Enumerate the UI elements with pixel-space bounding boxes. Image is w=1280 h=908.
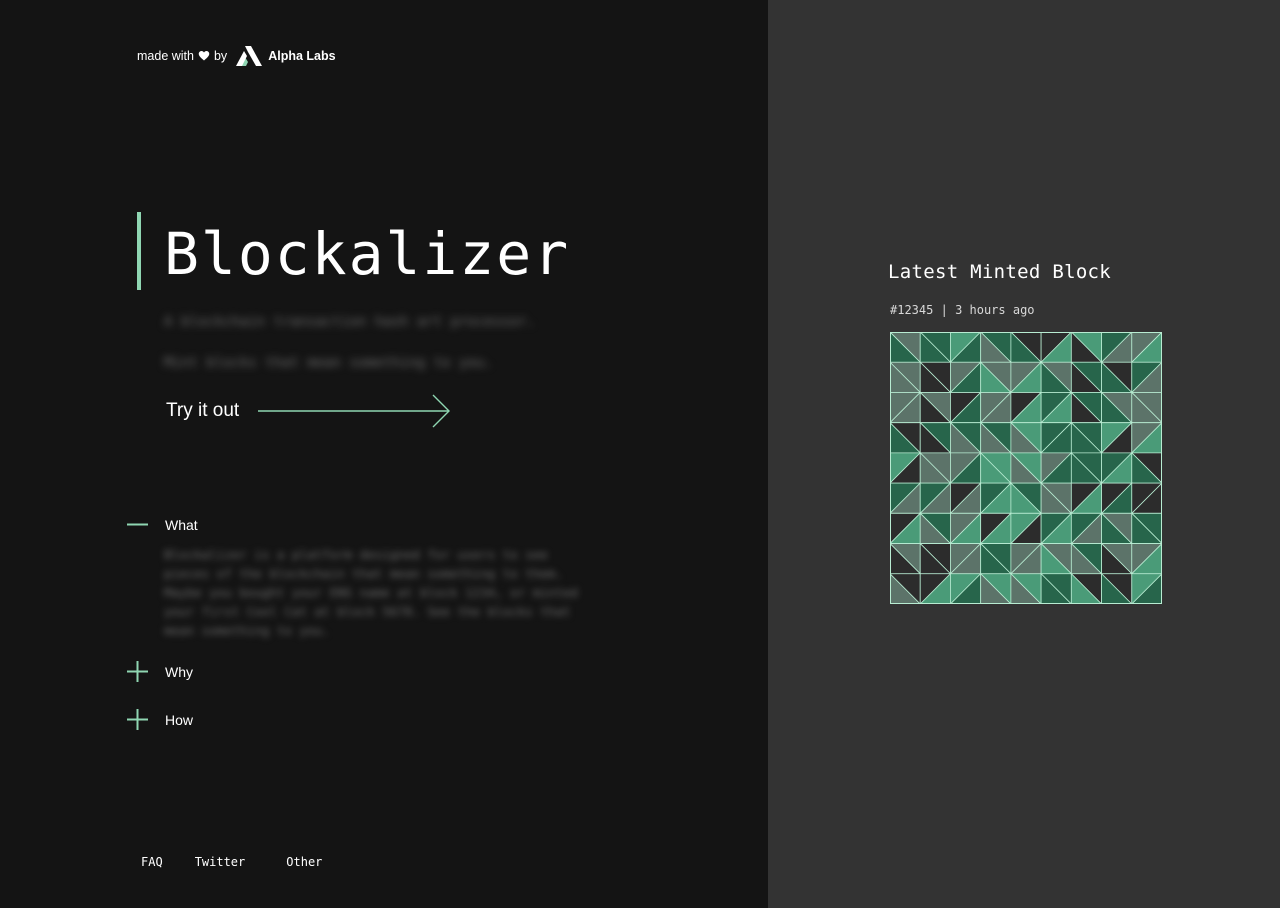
made-with-badge[interactable]: made with by Alpha Labs [137,46,336,66]
left-panel: made with by Alpha Labs Blockalizer A bl… [0,0,768,908]
meta-separator: | [940,303,948,317]
accordion-item-how[interactable]: How [127,709,193,730]
block-meta: #12345 | 3 hours ago [890,303,1035,317]
plus-icon [127,709,148,730]
heart-icon [198,50,210,62]
brand-name: Alpha Labs [268,49,336,63]
made-with-text: made with [137,49,194,63]
block-art-svg [889,331,1163,605]
latest-block-heading: Latest Minted Block [888,261,1112,283]
by-text: by [213,49,228,63]
plus-icon [127,661,148,682]
accordion-item-why[interactable]: Why [127,661,193,682]
try-it-out-label: Try it out [166,400,240,421]
block-art-grid[interactable] [889,331,1163,605]
title-accent-bar [137,212,141,290]
block-time-ago: 3 hours ago [955,303,1035,317]
footer-link-faq[interactable]: FAQ [141,855,163,869]
alpha-labs-logo-icon [236,46,263,66]
footer-link-twitter[interactable]: Twitter [195,855,246,869]
accordion-body-what: Blockalizer is a platform designed for u… [164,547,578,638]
footer-nav: FAQ Twitter Other [141,855,322,869]
tagline-primary: A blockchain transaction hash art proces… [164,314,535,330]
arrow-right-icon [258,394,452,428]
right-panel: Latest Minted Block #12345 | 3 hours ago [768,0,1280,908]
minus-icon [127,514,148,535]
try-it-out-link[interactable]: Try it out [166,394,452,428]
accordion-label-how: How [165,711,194,728]
block-number: #12345 [890,303,934,317]
footer-link-other[interactable]: Other [286,855,322,869]
accordion-label-why: Why [165,663,193,680]
accordion-item-what[interactable]: What [127,514,198,535]
tagline-secondary: Mint blocks that mean something to you. [164,355,493,371]
accordion-label-what: What [165,516,198,533]
page-title: Blockalizer [164,220,571,288]
